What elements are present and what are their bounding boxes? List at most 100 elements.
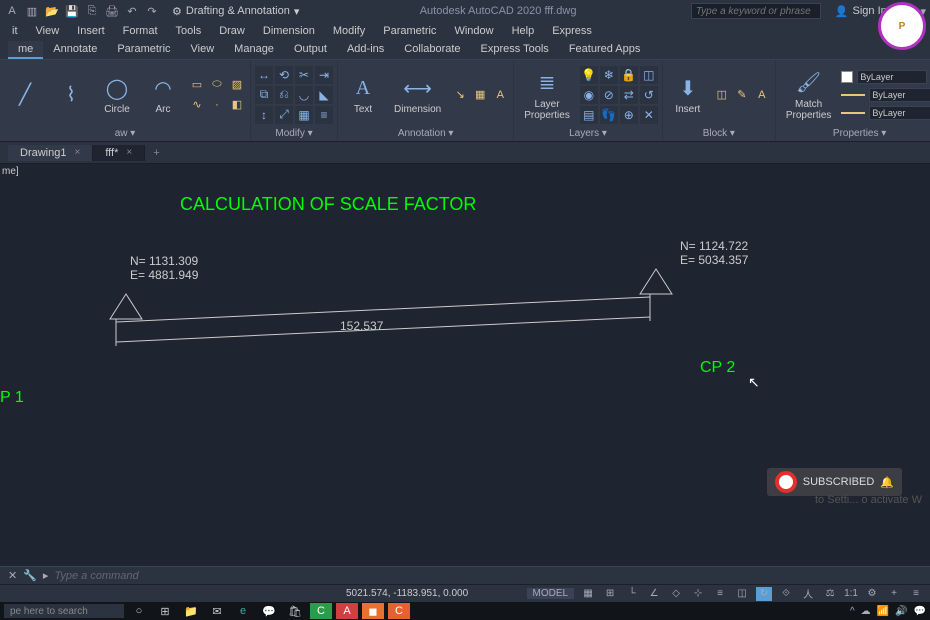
attr-icon[interactable]: A xyxy=(753,86,771,104)
tab-annotate[interactable]: Annotate xyxy=(43,41,107,59)
extend-icon[interactable]: ⇥ xyxy=(315,66,333,84)
tray-up-icon[interactable]: ^ xyxy=(850,606,855,617)
dyn-ucs-icon[interactable]: 人 xyxy=(800,587,816,601)
ellipse-icon[interactable]: ⬭ xyxy=(208,76,226,94)
new-doc-button[interactable]: + xyxy=(145,145,167,161)
layer-freeze-icon[interactable]: ❄ xyxy=(600,66,618,84)
menu-parametric[interactable]: Parametric xyxy=(375,25,444,37)
scale-icon[interactable]: ⤢ xyxy=(275,106,293,124)
transparency-icon[interactable]: ◫ xyxy=(734,587,750,601)
linetype-select[interactable]: ByLayer xyxy=(869,106,930,120)
scale-value[interactable]: 1:1 xyxy=(844,588,858,599)
doc-tab-fff[interactable]: fff*× xyxy=(93,145,145,161)
wrench-icon[interactable]: 🔧 xyxy=(23,569,37,582)
point-icon[interactable]: · xyxy=(208,96,226,114)
new-icon[interactable]: ▥ xyxy=(24,3,40,19)
trim-icon[interactable]: ✂ xyxy=(295,66,313,84)
app-menu-icon[interactable]: A xyxy=(4,3,20,19)
layer-on-icon[interactable]: 💡 xyxy=(580,66,598,84)
undo-icon[interactable]: ↶ xyxy=(124,3,140,19)
snap-icon[interactable]: ⊞ xyxy=(602,587,618,601)
layer-properties-button[interactable]: ≣Layer Properties xyxy=(518,67,576,123)
menu-format[interactable]: Format xyxy=(115,25,166,37)
lineweight-select[interactable]: ByLayer xyxy=(869,88,930,102)
menu-tools[interactable]: Tools xyxy=(168,25,210,37)
store-icon[interactable]: 🛍 xyxy=(284,603,306,619)
match-properties-button[interactable]: 🖌Match Properties xyxy=(780,67,838,123)
tab-featured-apps[interactable]: Featured Apps xyxy=(559,41,651,59)
layer-walk-icon[interactable]: 👣 xyxy=(600,106,618,124)
menu-express[interactable]: Express xyxy=(544,25,600,37)
plot-icon[interactable]: 🖨 xyxy=(104,3,120,19)
cortana-icon[interactable]: ○ xyxy=(128,603,150,619)
chamfer-icon[interactable]: ◣ xyxy=(315,86,333,104)
otrack-icon[interactable]: ⊹ xyxy=(690,587,706,601)
wifi-icon[interactable]: 📶 xyxy=(877,606,889,617)
app-c-icon[interactable]: C xyxy=(310,603,332,619)
windows-search-input[interactable]: pe here to search xyxy=(4,604,124,618)
taskview-icon[interactable]: ⊞ xyxy=(154,603,176,619)
dimension-button[interactable]: ⟷Dimension xyxy=(388,72,447,117)
arc-flyout[interactable]: ◠Arc xyxy=(142,72,184,117)
layer-iso-icon[interactable]: ◉ xyxy=(580,86,598,104)
layer-color-icon[interactable]: ◫ xyxy=(640,66,658,84)
panel-modify-title[interactable]: Modify ▾ xyxy=(255,127,333,141)
saveas-icon[interactable]: ⎘ xyxy=(84,3,100,19)
panel-annotation-title[interactable]: Annotation ▾ xyxy=(342,127,509,141)
menu-help[interactable]: Help xyxy=(504,25,543,37)
app-orange-icon[interactable]: ◼ xyxy=(362,603,384,619)
save-icon[interactable]: 💾 xyxy=(64,3,80,19)
hatch-icon[interactable]: ▨ xyxy=(228,76,246,94)
text-button[interactable]: AText xyxy=(342,72,384,117)
cloud-icon[interactable]: ☁ xyxy=(861,606,871,617)
command-line[interactable]: ✕ 🔧 ▸ Type a command xyxy=(0,566,930,584)
panel-block-title[interactable]: Block ▾ xyxy=(667,127,771,141)
edit-block-icon[interactable]: ✎ xyxy=(733,86,751,104)
region-icon[interactable]: ◧ xyxy=(228,96,246,114)
panel-draw-title[interactable]: aw ▾ xyxy=(4,127,246,141)
tab-addins[interactable]: Add-ins xyxy=(337,41,394,59)
close-icon[interactable]: × xyxy=(74,147,80,158)
workspace-selector[interactable]: ⚙ Drafting & Annotation ▾ xyxy=(166,5,305,18)
model-space-button[interactable]: MODEL xyxy=(527,588,575,599)
array-icon[interactable]: ▦ xyxy=(295,106,313,124)
tab-view[interactable]: View xyxy=(181,41,225,59)
leader-icon[interactable]: ↘ xyxy=(451,86,469,104)
copy-icon[interactable]: ⧉ xyxy=(255,86,273,104)
tab-home[interactable]: me xyxy=(8,41,43,59)
drawing-canvas[interactable]: me] CALCULATION OF SCALE FACTOR N= 1131.… xyxy=(0,164,930,566)
osnap-icon[interactable]: ◇ xyxy=(668,587,684,601)
volume-icon[interactable]: 🔊 xyxy=(895,606,907,617)
layer-lock-icon[interactable]: 🔒 xyxy=(620,66,638,84)
notification-icon[interactable]: 💬 xyxy=(914,606,926,617)
panel-properties-title[interactable]: Properties ▾ xyxy=(780,127,930,141)
annoscale-icon[interactable]: ⚖ xyxy=(822,587,838,601)
layer-match-icon[interactable]: ⇄ xyxy=(620,86,638,104)
table-icon[interactable]: ▦ xyxy=(471,86,489,104)
tab-express-tools[interactable]: Express Tools xyxy=(471,41,559,59)
tab-parametric[interactable]: Parametric xyxy=(107,41,180,59)
selection-cycling-icon[interactable]: ↻ xyxy=(756,587,772,601)
layer-merge-icon[interactable]: ⊕ xyxy=(620,106,638,124)
menu-window[interactable]: Window xyxy=(446,25,501,37)
menu-view[interactable]: View xyxy=(28,25,68,37)
mtext-icon[interactable]: A xyxy=(491,86,509,104)
layer-state-icon[interactable]: ▤ xyxy=(580,106,598,124)
tab-output[interactable]: Output xyxy=(284,41,337,59)
customize-icon[interactable]: ≡ xyxy=(908,587,924,601)
spline-icon[interactable]: ∿ xyxy=(188,96,206,114)
redo-icon[interactable]: ↷ xyxy=(144,3,160,19)
offset-icon[interactable]: ≡ xyxy=(315,106,333,124)
rectangle-icon[interactable]: ▭ xyxy=(188,76,206,94)
line-flyout[interactable]: ╱ xyxy=(4,79,46,111)
close-cmd-icon[interactable]: ✕ xyxy=(8,569,17,582)
explorer-icon[interactable]: 📁 xyxy=(180,603,202,619)
layer-delete-icon[interactable]: ✕ xyxy=(640,106,658,124)
chat-icon[interactable]: 💬 xyxy=(258,603,280,619)
edge-icon[interactable]: e xyxy=(232,603,254,619)
polyline-flyout[interactable]: ⌇ xyxy=(50,79,92,111)
ortho-icon[interactable]: └ xyxy=(624,587,640,601)
open-icon[interactable]: 📂 xyxy=(44,3,60,19)
camtasia-icon[interactable]: C xyxy=(388,603,410,619)
rotate-icon[interactable]: ⟲ xyxy=(275,66,293,84)
